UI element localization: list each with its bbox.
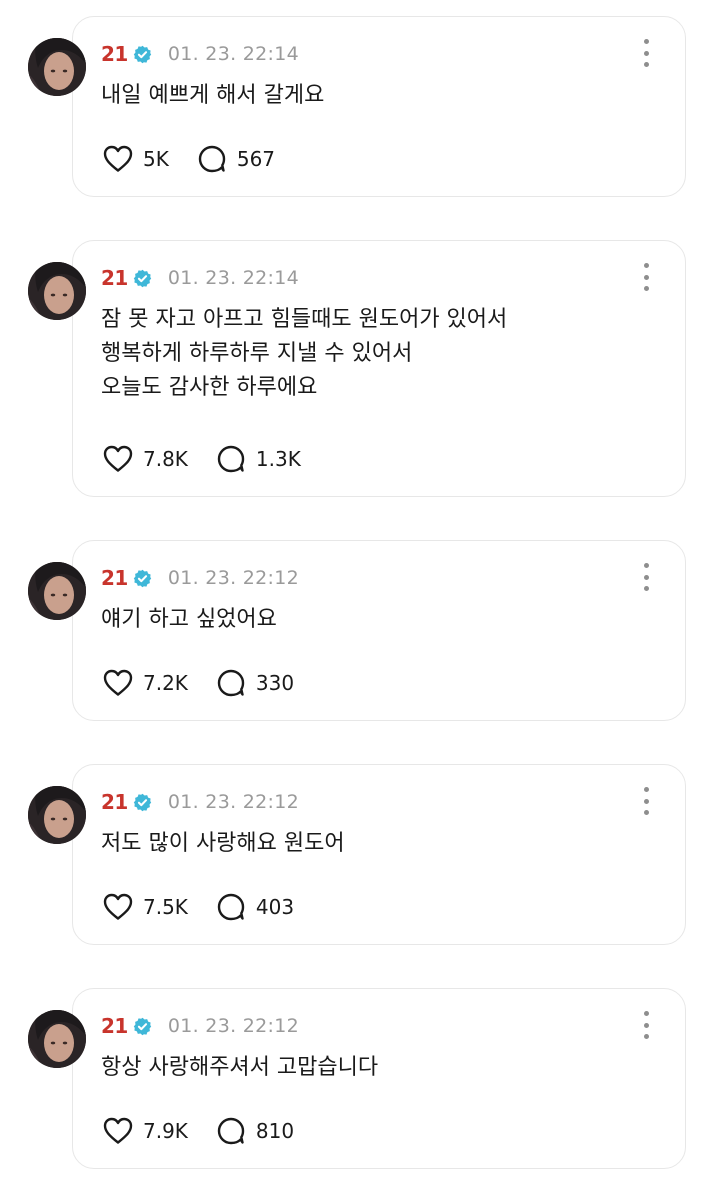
like-button[interactable]: 5K — [103, 145, 169, 173]
post-header: 21 01. 23. 22:14 — [101, 263, 299, 293]
post-card[interactable]: 21 01. 23. 22:14 잠 못 자고 아프고 힘들때도 원도어가 있어… — [72, 240, 686, 497]
verified-badge-icon — [133, 569, 152, 588]
post-text: 내일 예쁘게 해서 갈게요 — [101, 83, 325, 108]
reply-button[interactable]: 403 — [216, 893, 294, 921]
post-text: 항상 사랑해주셔서 고맙습니다 — [101, 1055, 379, 1080]
like-count: 7.2K — [143, 671, 188, 695]
verified-badge-icon — [133, 793, 152, 812]
heart-icon — [103, 145, 133, 173]
speech-bubble-icon — [216, 669, 246, 697]
post-header: 21 01. 23. 22:12 — [101, 787, 299, 817]
more-vertical-icon[interactable] — [639, 787, 653, 815]
post-timestamp: 01. 23. 22:14 — [167, 43, 300, 65]
avatar[interactable] — [28, 1010, 86, 1068]
reply-button[interactable]: 567 — [197, 145, 275, 173]
post-text: 얘기 하고 싶었어요 — [101, 607, 277, 632]
avatar[interactable] — [28, 38, 86, 96]
verified-badge-icon — [133, 1017, 152, 1036]
speech-bubble-icon — [197, 145, 227, 173]
post-actions: 7.8K 1.3K — [103, 444, 301, 474]
more-vertical-icon[interactable] — [639, 1011, 653, 1039]
speech-bubble-icon — [216, 1117, 246, 1145]
verified-badge-icon — [133, 45, 152, 64]
more-vertical-icon[interactable] — [639, 263, 653, 291]
reply-button[interactable]: 1.3K — [216, 445, 301, 473]
post-actions: 7.9K 810 — [103, 1116, 294, 1146]
author-name[interactable]: 21 — [101, 790, 128, 814]
like-count: 7.9K — [143, 1119, 188, 1143]
post-timestamp: 01. 23. 22:12 — [167, 567, 300, 589]
avatar[interactable] — [28, 562, 86, 620]
author-name[interactable]: 21 — [101, 1014, 128, 1038]
post-feed: 21 01. 23. 22:14 내일 예쁘게 해서 갈게요 5K 567 21… — [0, 0, 718, 1200]
post-header: 21 01. 23. 22:12 — [101, 563, 299, 593]
heart-icon — [103, 445, 133, 473]
more-vertical-icon[interactable] — [639, 39, 653, 67]
more-vertical-icon[interactable] — [639, 563, 653, 591]
reply-count: 403 — [255, 895, 295, 919]
like-count: 7.8K — [143, 447, 188, 471]
post-header: 21 01. 23. 22:12 — [101, 1011, 299, 1041]
post-text: 저도 많이 사랑해요 원도어 — [101, 831, 345, 856]
heart-icon — [103, 893, 133, 921]
post-actions: 7.5K 403 — [103, 892, 294, 922]
post-card[interactable]: 21 01. 23. 22:12 얘기 하고 싶었어요 7.2K 330 — [72, 540, 686, 721]
post-card[interactable]: 21 01. 23. 22:14 내일 예쁘게 해서 갈게요 5K 567 — [72, 16, 686, 197]
author-name[interactable]: 21 — [101, 42, 128, 66]
author-name[interactable]: 21 — [101, 266, 128, 290]
heart-icon — [103, 669, 133, 697]
post-timestamp: 01. 23. 22:12 — [167, 791, 300, 813]
like-count: 7.5K — [143, 895, 188, 919]
speech-bubble-icon — [216, 893, 246, 921]
like-button[interactable]: 7.9K — [103, 1117, 188, 1145]
post-timestamp: 01. 23. 22:12 — [167, 1015, 300, 1037]
post-actions: 7.2K 330 — [103, 668, 294, 698]
post-card[interactable]: 21 01. 23. 22:12 항상 사랑해주셔서 고맙습니다 7.9K 81… — [72, 988, 686, 1169]
speech-bubble-icon — [216, 445, 246, 473]
like-button[interactable]: 7.8K — [103, 445, 188, 473]
verified-badge-icon — [133, 269, 152, 288]
post-text: 잠 못 자고 아프고 힘들때도 원도어가 있어서 행복하게 하루하루 지낼 수 … — [101, 307, 508, 400]
post-header: 21 01. 23. 22:14 — [101, 39, 299, 69]
reply-button[interactable]: 810 — [216, 1117, 294, 1145]
post-card[interactable]: 21 01. 23. 22:12 저도 많이 사랑해요 원도어 7.5K 403 — [72, 764, 686, 945]
author-name[interactable]: 21 — [101, 566, 128, 590]
avatar[interactable] — [28, 786, 86, 844]
reply-button[interactable]: 330 — [216, 669, 294, 697]
reply-count: 810 — [255, 1119, 295, 1143]
like-button[interactable]: 7.2K — [103, 669, 188, 697]
like-count: 5K — [143, 147, 169, 171]
avatar[interactable] — [28, 262, 86, 320]
like-button[interactable]: 7.5K — [103, 893, 188, 921]
reply-count: 1.3K — [255, 447, 301, 471]
reply-count: 567 — [236, 147, 276, 171]
post-timestamp: 01. 23. 22:14 — [167, 267, 300, 289]
reply-count: 330 — [255, 671, 295, 695]
post-actions: 5K 567 — [103, 144, 275, 174]
heart-icon — [103, 1117, 133, 1145]
